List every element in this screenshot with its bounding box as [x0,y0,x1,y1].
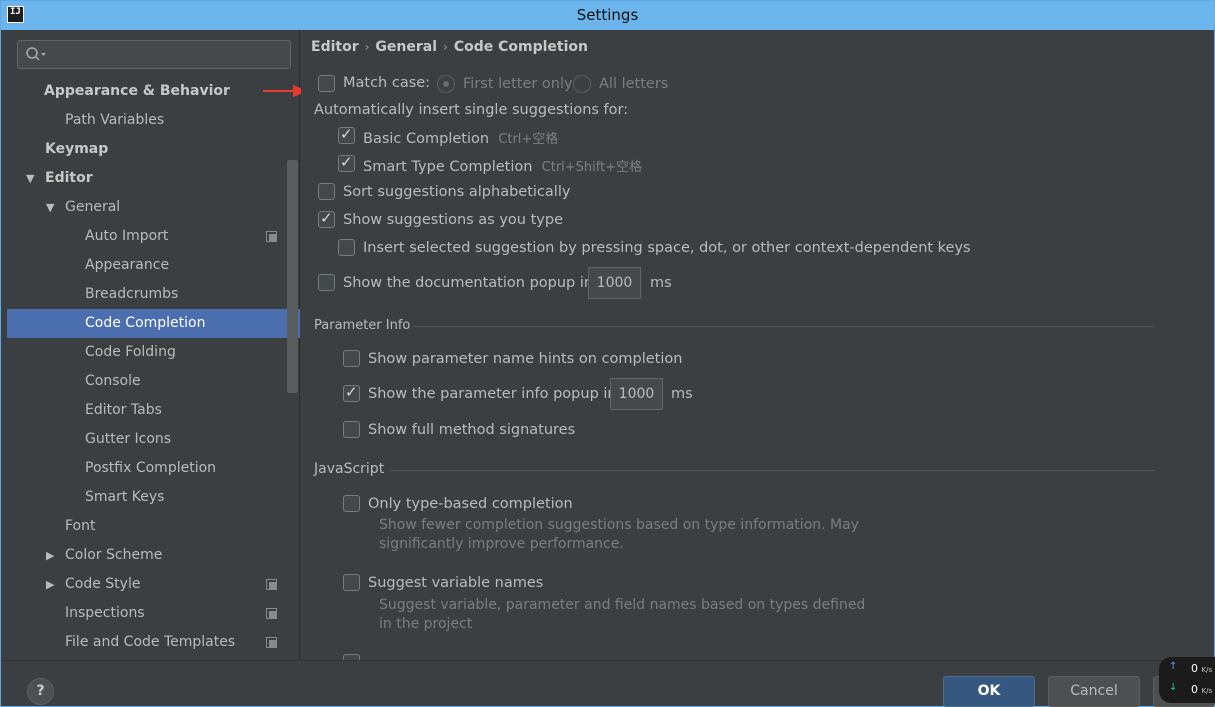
title-bar: IJ Settings [1,1,1214,30]
tree-item-inspections[interactable]: Inspections [7,599,300,628]
settings-tree: Appearance & Behavior Path Variables Key… [7,77,300,657]
dialog-footer: ? OK Cancel [1,660,1215,707]
tree-item-font[interactable]: Font [7,512,300,541]
param-info-popup-checkbox[interactable] [343,383,360,402]
tree-item-general[interactable]: ▼ General [7,193,300,222]
tree-item-color-scheme[interactable]: ▶ Color Scheme [7,541,300,570]
basic-completion-label: Basic Completion Ctrl+空格 [363,131,559,147]
show-as-type-checkbox[interactable] [318,209,335,228]
tree-item-console[interactable]: Console [7,367,300,396]
search-icon [26,47,46,61]
all-letters-label: All letters [599,76,669,92]
all-letters-radio[interactable] [573,75,591,93]
ok-button[interactable]: OK [943,676,1035,707]
sort-alpha-label: Sort suggestions alphabetically [343,184,571,200]
help-button[interactable]: ? [27,678,54,705]
suggest-var-description: Suggest variable, parameter and field na… [379,597,866,632]
match-case-label: Match case: [343,75,431,91]
tree-item-auto-import[interactable]: Auto Import [7,222,300,251]
expanded-arrow-icon[interactable]: ▼ [26,164,34,193]
parameter-info-title: Parameter Info [314,318,411,333]
param-name-hints-checkbox[interactable] [343,350,360,367]
type-based-label: Only type-based completion [368,496,573,512]
show-as-type-label: Show suggestions as you type [343,212,563,228]
insert-selected-checkbox[interactable] [338,239,355,256]
insert-selected-label: Insert selected suggestion by pressing s… [363,240,971,256]
network-speed-widget: ↑ 0 K/s ↓ 0 K/s [1159,657,1215,703]
smart-shortcut: Ctrl+Shift+空格 [541,160,643,175]
tree-item-keymap[interactable]: Keymap [7,135,300,164]
tree-item-smart-keys[interactable]: Smart Keys [7,483,300,512]
settings-sidebar: Appearance & Behavior Path Variables Key… [7,30,300,660]
breadcrumb: Editor › General › Code Completion [311,39,588,55]
doc-popup-ms-label: ms [650,275,672,291]
settings-content: Editor › General › Code Completion Match cas… [301,30,1214,660]
smart-completion-checkbox[interactable] [338,153,355,172]
param-name-hints-label: Show parameter name hints on completion [368,351,683,367]
basic-shortcut: Ctrl+空格 [498,132,559,147]
tree-item-editor[interactable]: ▼ Editor [7,164,300,193]
doc-popup-checkbox[interactable] [318,274,335,291]
type-based-description: Show fewer completion suggestions based … [379,517,859,552]
tree-item-path-variables[interactable]: Path Variables [7,106,300,135]
search-input[interactable] [52,44,282,64]
cancel-button[interactable]: Cancel [1048,676,1140,707]
javascript-divider [391,470,1155,471]
basic-completion-checkbox[interactable] [338,125,355,144]
doc-popup-delay-field[interactable]: 1000 [588,267,641,299]
param-info-delay-field[interactable]: 1000 [610,378,663,410]
suggest-var-label: Suggest variable names [368,575,544,591]
doc-popup-label: Show the documentation popup in [343,275,594,291]
tree-item-file-code-templates[interactable]: File and Code Templates [7,628,300,657]
full-signatures-label: Show full method signatures [368,422,576,438]
param-info-ms-label: ms [671,386,693,402]
smart-completion-label: Smart Type Completion Ctrl+Shift+空格 [363,159,643,175]
tree-item-appearance-behavior[interactable]: Appearance & Behavior [7,77,300,106]
collapsed-arrow-icon[interactable]: ▶ [46,541,54,570]
upload-arrow-icon: ↑ [1169,661,1178,672]
window-title: Settings [576,6,639,24]
expanded-arrow-icon[interactable]: ▼ [46,193,54,222]
tree-item-editor-tabs[interactable]: Editor Tabs [7,396,300,425]
sort-alpha-checkbox[interactable] [318,183,335,200]
tree-item-code-style[interactable]: ▶ Code Style [7,570,300,599]
settings-window: IJ Settings Appearance & Behavior Path V… [0,0,1215,707]
tree-item-appearance[interactable]: Appearance [7,251,300,280]
type-based-checkbox[interactable] [343,495,360,512]
suggest-var-checkbox[interactable] [343,574,360,591]
tree-item-gutter-icons[interactable]: Gutter Icons [7,425,300,454]
project-scope-icon [266,579,277,590]
sidebar-scrollbar[interactable] [287,160,298,393]
download-arrow-icon: ↓ [1169,682,1178,693]
project-scope-icon [266,608,277,619]
collapsed-arrow-icon[interactable]: ▶ [46,570,54,599]
tree-item-breadcrumbs[interactable]: Breadcrumbs [7,280,300,309]
auto-insert-label: Automatically insert single suggestions … [314,102,629,118]
breadcrumb-separator-icon: › [364,40,370,54]
match-case-checkbox[interactable] [318,75,335,92]
project-scope-icon [266,231,277,242]
param-info-popup-label: Show the parameter info popup in [368,386,617,402]
tree-item-postfix-completion[interactable]: Postfix Completion [7,454,300,483]
first-letter-radio[interactable] [437,75,455,93]
tree-item-code-folding[interactable]: Code Folding [7,338,300,367]
parameter-info-divider [413,326,1153,327]
search-box[interactable] [17,40,291,69]
breadcrumb-separator-icon: › [443,40,448,54]
tree-item-code-completion[interactable]: Code Completion [7,309,300,338]
project-scope-icon [266,637,277,648]
first-letter-label: First letter only [463,76,573,92]
javascript-title: JavaScript [314,461,385,477]
full-signatures-checkbox[interactable] [343,421,360,438]
